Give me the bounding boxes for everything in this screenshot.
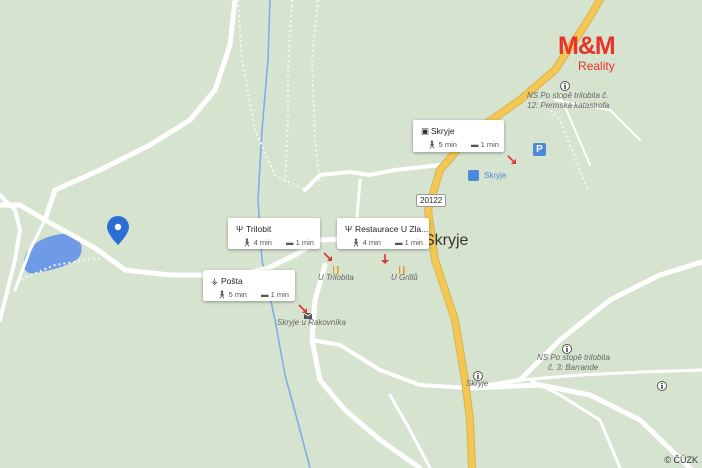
- logo-text: M&M: [558, 32, 616, 60]
- map-label: NS Po stopě trilobita č.: [527, 91, 609, 100]
- walk-icon: 🚶︎: [427, 140, 437, 149]
- info-icon[interactable]: [657, 378, 667, 391]
- walk-time: 4 min: [362, 238, 381, 247]
- map-label: Skryje: [466, 379, 489, 388]
- restaurant-icon[interactable]: [397, 262, 407, 274]
- brand-logo[interactable]: M&M Reality: [558, 32, 616, 74]
- map-label: 12: Permská katastrofa: [527, 101, 610, 110]
- pointer-arrow-icon: [381, 254, 389, 264]
- drive-time: 1 min: [480, 140, 499, 149]
- place-name: Skryje: [431, 126, 455, 136]
- walk-icon: 🚶︎: [351, 238, 361, 247]
- town-label: Skryje: [424, 232, 469, 249]
- location-pin-icon: [107, 216, 129, 245]
- bus-icon: ▣: [421, 126, 430, 136]
- map-canvas[interactable]: M&M Reality NS Po stopě trilobita č. 12:…: [0, 0, 702, 468]
- place-name: Restaurace U Zla...: [355, 224, 429, 234]
- bus-stop-icon[interactable]: [468, 170, 479, 181]
- car-icon: ▬: [395, 238, 403, 247]
- walk-icon: 🚶︎: [217, 290, 227, 299]
- drive-time: 1 min: [404, 238, 423, 247]
- post-office-icon: ⚶: [211, 276, 219, 286]
- restaurant-icon: Ψ: [345, 224, 353, 234]
- place-card-restaurace[interactable]: Ψ Restaurace U Zla... 🚶︎ 4 min ▬ 1 min: [337, 218, 429, 264]
- place-name: Pošta: [221, 276, 243, 286]
- pointer-arrow-icon: [507, 155, 516, 164]
- restaurant-icon: Ψ: [236, 224, 244, 234]
- lake: [23, 233, 82, 274]
- walk-icon: 🚶︎: [242, 238, 252, 247]
- car-icon: ▬: [286, 238, 294, 247]
- info-icon[interactable]: [473, 368, 483, 381]
- map-label: Skryje u Rakovníka: [277, 318, 346, 327]
- pointer-arrow-icon: [298, 304, 307, 313]
- map-copyright: © ČÚZK: [664, 455, 698, 465]
- place-card-trilobit[interactable]: Ψ Trilobit 🚶︎ 4 min ▬ 1 min: [228, 218, 332, 261]
- map-label: U Trilobita: [318, 273, 354, 282]
- map-label: NS Po stopě trilobita: [537, 353, 610, 362]
- car-icon: ▬: [261, 290, 269, 299]
- road-number-badge: 20122: [416, 194, 447, 207]
- walk-time: 4 min: [253, 238, 272, 247]
- info-icon[interactable]: [562, 341, 572, 354]
- drive-time: 1 min: [270, 290, 289, 299]
- map-label: Skryje: [484, 171, 507, 180]
- walk-time: 5 min: [438, 140, 457, 149]
- parking-icon[interactable]: P: [533, 143, 546, 156]
- place-card-bus[interactable]: ▣ Skryje 🚶︎ 5 min ▬ 1 min: [413, 120, 516, 164]
- walk-time: 5 min: [228, 290, 247, 299]
- restaurant-icon[interactable]: [331, 262, 341, 274]
- place-name: Trilobit: [246, 224, 272, 234]
- map-label: U Grillů: [391, 273, 418, 282]
- map-label: č. 3: Barrande: [548, 363, 599, 372]
- drive-time: 1 min: [295, 238, 314, 247]
- place-card-posta[interactable]: ⚶ Pošta 🚶︎ 5 min ▬ 1 min: [203, 270, 307, 313]
- pointer-arrow-icon: [323, 252, 332, 261]
- info-icon[interactable]: [560, 78, 570, 91]
- logo-sub: Reality: [578, 59, 615, 73]
- car-icon: ▬: [471, 140, 479, 149]
